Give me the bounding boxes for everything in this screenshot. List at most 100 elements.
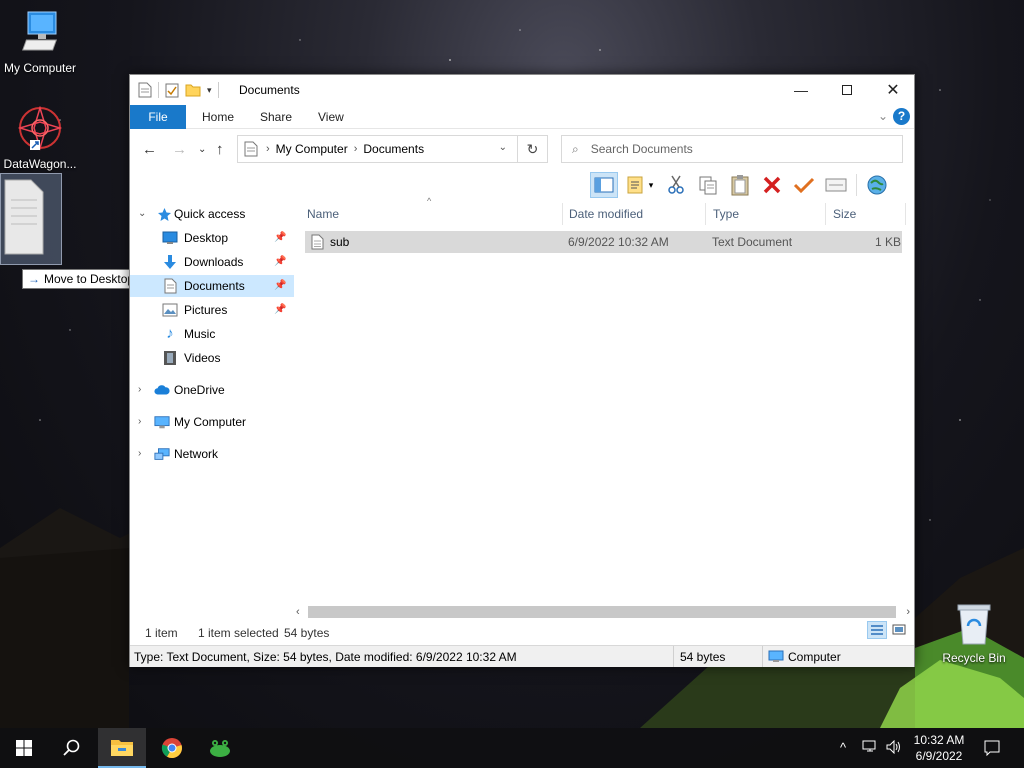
- nav-item-videos[interactable]: Videos: [130, 347, 294, 369]
- map-network-button[interactable]: [863, 172, 891, 198]
- properties-button[interactable]: [822, 172, 850, 198]
- address-dropdown-icon[interactable]: ⌄: [499, 142, 507, 153]
- tab-file[interactable]: File: [130, 105, 186, 129]
- chevron-right-icon[interactable]: ›: [138, 411, 141, 433]
- drag-tooltip: → Move to Desktop: [22, 269, 141, 289]
- nav-network[interactable]: › Network: [130, 443, 294, 465]
- search-icon: ⌕: [572, 141, 579, 156]
- minimize-button[interactable]: —: [778, 75, 824, 105]
- nav-quick-access[interactable]: ⌄ Quick access: [130, 203, 294, 225]
- properties-icon[interactable]: [165, 82, 179, 98]
- taskbar: ^ 10:32 AM 6/9/2022: [0, 728, 1024, 768]
- chevron-right-icon[interactable]: ›: [138, 443, 141, 465]
- file-row[interactable]: sub 6/9/2022 10:32 AM Text Document 1 KB: [305, 231, 902, 253]
- film-icon: [162, 350, 178, 366]
- cut-button[interactable]: [662, 172, 690, 198]
- customize-dropdown-icon[interactable]: ▾: [207, 85, 212, 96]
- close-button[interactable]: ✕: [870, 75, 916, 105]
- chevron-right-icon[interactable]: ›: [266, 143, 270, 155]
- refresh-button[interactable]: ↻: [517, 136, 547, 162]
- nav-my-computer[interactable]: › My Computer: [130, 411, 294, 433]
- pin-icon[interactable]: 📌: [274, 275, 286, 297]
- ribbon-tabs: File Home Share View ⌄ ?: [130, 105, 914, 129]
- taskbar-file-explorer[interactable]: [98, 728, 146, 768]
- chrome-icon: [161, 738, 182, 759]
- nav-label: Music: [184, 327, 216, 341]
- nav-item-documents[interactable]: Documents 📌: [130, 275, 294, 297]
- change-view-button[interactable]: ▾: [622, 172, 658, 198]
- drag-tooltip-text: Move to Desktop: [44, 272, 135, 286]
- paste-button[interactable]: [726, 172, 754, 198]
- documents-icon: [244, 141, 258, 157]
- copy-button[interactable]: [694, 172, 722, 198]
- file-name: sub: [330, 235, 350, 249]
- volume-tray-icon[interactable]: [886, 739, 902, 757]
- breadcrumb-documents[interactable]: Documents: [363, 142, 424, 156]
- column-header-name[interactable]: Name: [300, 203, 563, 225]
- search-input[interactable]: ⌕ Search Documents: [561, 135, 903, 163]
- document-icon[interactable]: [138, 82, 152, 98]
- scroll-right-icon[interactable]: ›: [906, 604, 910, 621]
- pin-icon[interactable]: 📌: [274, 299, 286, 321]
- nav-label: Downloads: [184, 255, 244, 269]
- chevron-down-icon[interactable]: ⌄: [138, 203, 146, 225]
- nav-item-pictures[interactable]: Pictures 📌: [130, 299, 294, 321]
- music-note-icon: ♪: [166, 325, 174, 342]
- maximize-button[interactable]: [824, 75, 870, 105]
- desktop-icon-recycle-bin[interactable]: Recycle Bin: [934, 602, 1014, 665]
- nav-item-music[interactable]: ♪ Music: [130, 323, 294, 345]
- file-name-cell: sub: [311, 231, 349, 253]
- new-folder-icon[interactable]: [185, 83, 201, 97]
- details-view-button[interactable]: [867, 621, 887, 639]
- nav-item-downloads[interactable]: Downloads 📌: [130, 251, 294, 273]
- maximize-icon: [842, 85, 852, 95]
- forward-button[interactable]: →: [172, 141, 187, 158]
- scrollbar-thumb[interactable]: [308, 606, 896, 618]
- delete-button[interactable]: [758, 172, 786, 198]
- recent-locations-dropdown[interactable]: ⌄: [198, 144, 206, 155]
- nav-item-desktop[interactable]: Desktop 📌: [130, 227, 294, 249]
- address-bar[interactable]: › My Computer › Documents ⌄ ↻: [237, 135, 548, 163]
- tab-home[interactable]: Home: [188, 105, 248, 129]
- minimize-icon: —: [794, 82, 808, 98]
- search-button[interactable]: [48, 728, 96, 768]
- nav-label: Desktop: [184, 231, 229, 245]
- show-hidden-icons-button[interactable]: ^: [840, 740, 846, 755]
- pin-icon[interactable]: 📌: [274, 227, 286, 249]
- up-button[interactable]: ↑: [216, 141, 224, 158]
- column-header-type[interactable]: Type: [706, 203, 826, 225]
- desktop-icon-datawagon[interactable]: DataWagon...: [0, 105, 80, 171]
- taskbar-chrome[interactable]: [148, 728, 196, 768]
- tab-view[interactable]: View: [304, 105, 358, 129]
- taskbar-clock[interactable]: 10:32 AM 6/9/2022: [905, 732, 973, 764]
- nav-label: Documents: [184, 279, 245, 293]
- breadcrumb-my-computer[interactable]: My Computer: [276, 142, 348, 156]
- nav-label: OneDrive: [174, 383, 225, 397]
- network-tray-icon[interactable]: [862, 740, 878, 757]
- nav-label: Videos: [184, 351, 221, 365]
- globe-icon: [867, 175, 887, 195]
- file-date: 6/9/2022 10:32 AM: [568, 235, 669, 249]
- window-title: Documents: [239, 83, 300, 97]
- column-header-date-modified[interactable]: Date modified: [562, 203, 706, 225]
- nav-label: Pictures: [184, 303, 228, 317]
- horizontal-scrollbar[interactable]: ‹ ›: [292, 604, 914, 621]
- expand-ribbon-icon[interactable]: ⌄: [878, 109, 888, 123]
- taskbar-app[interactable]: [196, 728, 244, 768]
- pin-icon[interactable]: 📌: [274, 251, 286, 273]
- desktop-icon-my-computer[interactable]: My Computer: [0, 8, 80, 75]
- start-button[interactable]: [0, 728, 48, 768]
- chevron-right-icon[interactable]: ›: [354, 143, 358, 155]
- scroll-left-icon[interactable]: ‹: [296, 604, 300, 621]
- tab-share[interactable]: Share: [246, 105, 306, 129]
- help-button[interactable]: ?: [893, 108, 910, 125]
- action-center-button[interactable]: [984, 740, 1000, 759]
- chevron-right-icon[interactable]: ›: [138, 379, 141, 401]
- rename-button[interactable]: [790, 172, 818, 198]
- large-icons-view-button[interactable]: [889, 621, 909, 639]
- column-header-size[interactable]: Size: [826, 203, 906, 225]
- nav-onedrive[interactable]: › OneDrive: [130, 379, 294, 401]
- back-button[interactable]: ←: [142, 141, 157, 158]
- preview-pane-button[interactable]: [590, 172, 618, 198]
- delete-x-icon: [763, 176, 781, 194]
